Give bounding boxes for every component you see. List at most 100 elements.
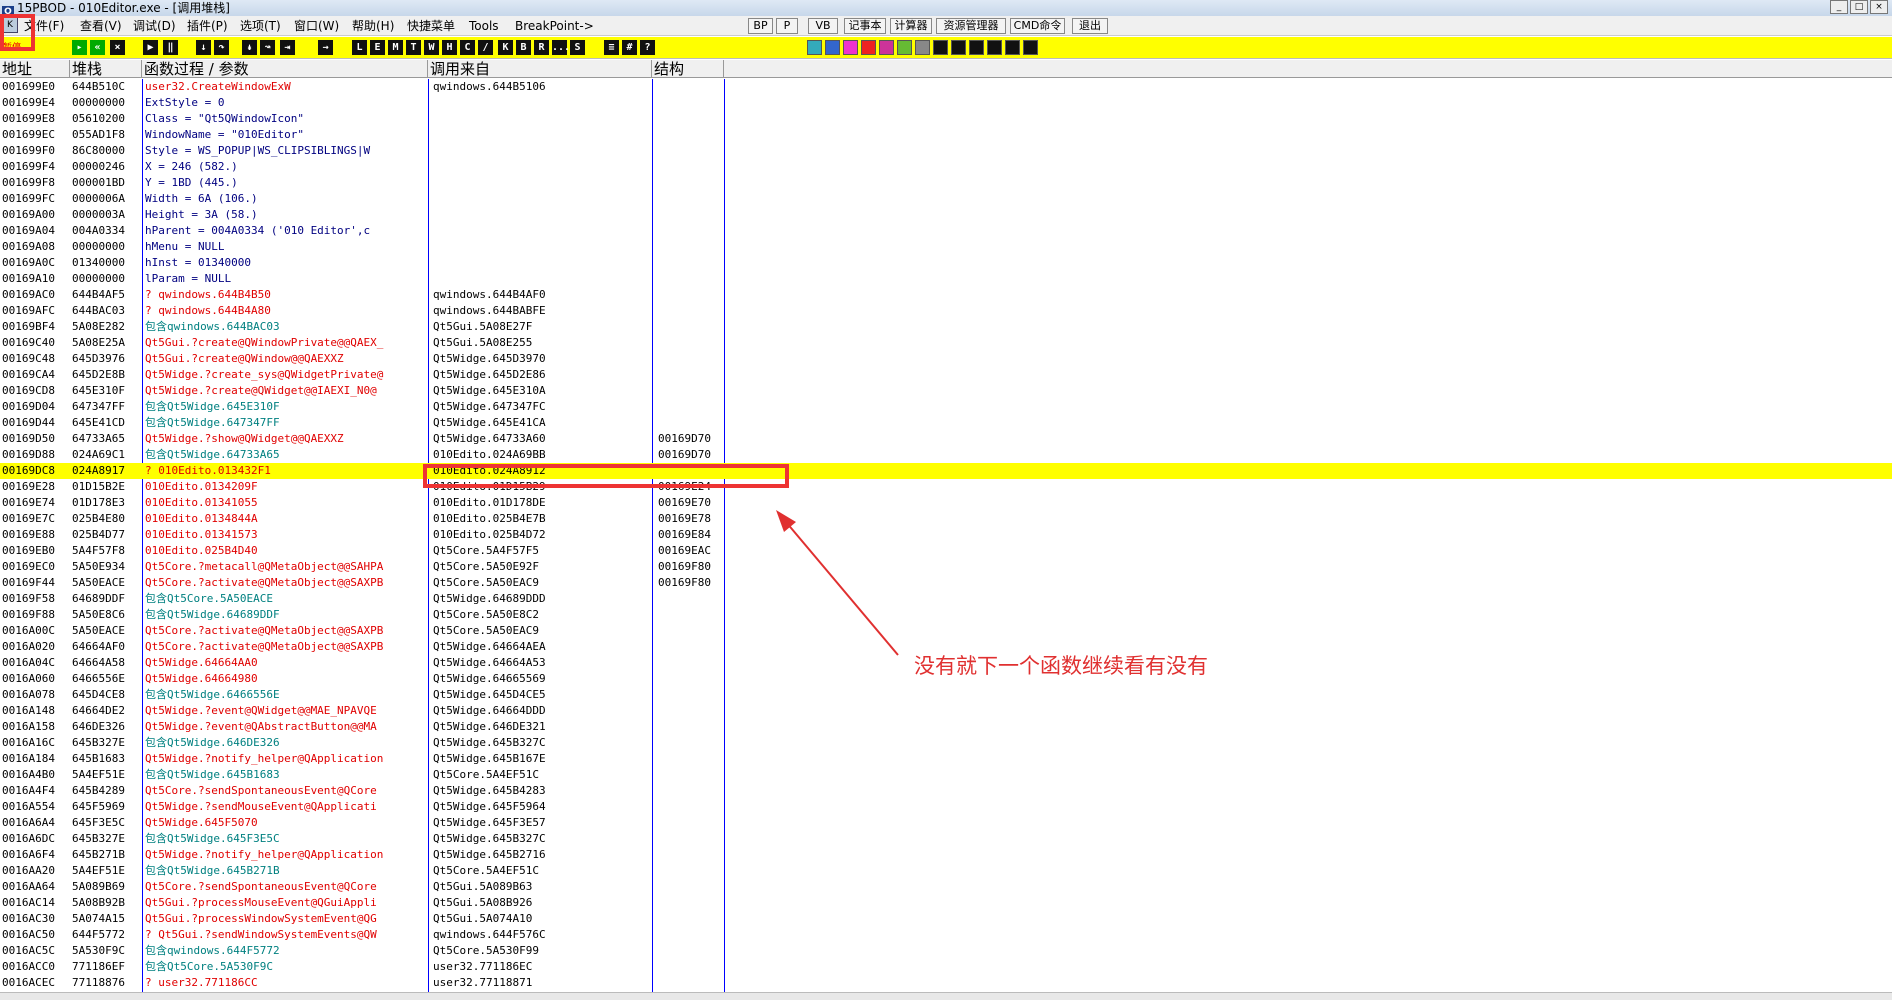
table-row[interactable]: 00169C40 5A08E25A Qt5Gui.?create@QWindowPr… [0, 335, 1892, 351]
table-row[interactable]: 00169EC0 5A50E934 Qt5Core.?metacall@QMetaO… [0, 559, 1892, 575]
table-row[interactable]: 00169D04 647347FF 包含Qt5Widge.645E310F Qt5Wi… [0, 399, 1892, 415]
table-row[interactable]: 001699F4 00000246 X = 246 (582.) [0, 159, 1892, 175]
col-frame[interactable]: 结构 [652, 60, 724, 78]
goto-icon[interactable]: → [318, 40, 333, 55]
table-row[interactable]: 0016A6F4 645B271B Qt5Widge.?notify_helper@… [0, 847, 1892, 863]
plugin12-icon[interactable] [1005, 40, 1020, 55]
p-button[interactable]: P [776, 18, 798, 34]
table-row[interactable]: 0016A16C 645B327E 包含Qt5Widge.646DE326 Qt5Wi… [0, 735, 1892, 751]
table-row[interactable]: 001699F8 000001BD Y = 1BD (445.) [0, 175, 1892, 191]
calculator-button[interactable]: 计算器 [890, 18, 932, 34]
table-row[interactable]: 0016AA64 5A089B69 Qt5Core.?sendSpontaneous… [0, 879, 1892, 895]
threads-button[interactable]: T [406, 40, 421, 55]
table-row[interactable]: 00169A10 00000000 lParam = NULL [0, 271, 1892, 287]
plugin13-icon[interactable] [1023, 40, 1038, 55]
table-row[interactable]: 00169AC0 644B4AF5 ? qwindows.644B4B50 qwind… [0, 287, 1892, 303]
table-row[interactable]: 00169A00 0000003A Height = 3A (58.) [0, 207, 1892, 223]
list-icon[interactable]: ≡ [604, 40, 619, 55]
table-row[interactable]: 0016AC50 644F5772 ? Qt5Gui.?sendWindowSyst… [0, 927, 1892, 943]
log-window-button[interactable]: L [352, 40, 367, 55]
execute-till-return-icon[interactable]: ⇥ [280, 40, 295, 55]
table-row[interactable]: 00169BF4 5A08E282 包含qwindows.644BAC03 Qt5Gu… [0, 319, 1892, 335]
table-row[interactable]: 0016AC30 5A074A15 Qt5Gui.?processWindowSys… [0, 911, 1892, 927]
menu-help[interactable]: 帮助(H) [352, 18, 394, 34]
table-row[interactable]: 00169A08 00000000 hMenu = NULL [0, 239, 1892, 255]
table-row[interactable]: 00169D50 64733A65 Qt5Widge.?show@QWidget@@… [0, 431, 1892, 447]
col-address[interactable]: 地址 [0, 60, 70, 78]
close-icon[interactable]: × [1870, 0, 1888, 14]
close-file-icon[interactable]: × [110, 40, 125, 55]
table-row[interactable]: 00169E28 01D15B2E 010Edito.0134209F 010Edi… [0, 479, 1892, 495]
references-button[interactable]: R [534, 40, 549, 55]
modules-button[interactable]: E [370, 40, 385, 55]
breakpoints-button[interactable]: B [516, 40, 531, 55]
plugin5-icon[interactable] [879, 40, 894, 55]
explorer-button[interactable]: 资源管理器 [936, 18, 1006, 34]
table-row[interactable]: 001699F0 86C80000 Style = WS_POPUP|WS_CLI… [0, 143, 1892, 159]
grid-icon[interactable]: # [622, 40, 637, 55]
table-row[interactable]: 00169D44 645E41CD 包含Qt5Widge.647347FF Qt5Wi… [0, 415, 1892, 431]
table-row[interactable]: 0016A184 645B1683 Qt5Widge.?notify_helper@… [0, 751, 1892, 767]
minimize-icon[interactable]: _ [1830, 0, 1848, 14]
maximize-icon[interactable]: □ [1850, 0, 1868, 14]
table-row[interactable]: 00169C48 645D3976 Qt5Gui.?create@QWindow@@… [0, 351, 1892, 367]
table-row[interactable]: 0016ACC0 771186EF 包含Qt5Core.5A530F9C user32… [0, 959, 1892, 975]
horizontal-scrollbar[interactable] [0, 992, 1892, 1000]
table-row[interactable]: 00169D88 024A69C1 包含Qt5Widge.64733A65 010Ed… [0, 447, 1892, 463]
plugin11-icon[interactable] [987, 40, 1002, 55]
table-row[interactable]: 00169EB0 5A4F57F8 010Edito.025B4D40 Qt5Cor… [0, 543, 1892, 559]
table-row[interactable]: 001699FC 0000006A Width = 6A (106.) [0, 191, 1892, 207]
handles-button[interactable]: H [442, 40, 457, 55]
col-called-from[interactable]: 调用来自 [428, 60, 652, 78]
cmd-button[interactable]: CMD命令 [1010, 18, 1065, 34]
trace-over-icon[interactable]: ↝ [260, 40, 275, 55]
table-row[interactable]: 0016AC5C 5A530F9C 包含qwindows.644F5772 Qt5Co… [0, 943, 1892, 959]
table-row[interactable]: 00169E74 01D178E3 010Edito.01341055 010Edi… [0, 495, 1892, 511]
table-row[interactable]: 00169F58 64689DDF 包含Qt5Core.5A50EACE Qt5Wid… [0, 591, 1892, 607]
col-stack[interactable]: 堆栈 [70, 60, 142, 78]
plugin10-icon[interactable] [969, 40, 984, 55]
menu-options[interactable]: 选项(T) [240, 18, 281, 34]
table-row[interactable]: 0016ACEC 77118876 ? user32.771186CC user32.… [0, 975, 1892, 991]
table-row[interactable]: 001699E8 05610200 Class = "Qt5QWindowIcon… [0, 111, 1892, 127]
windows-button[interactable]: W [424, 40, 439, 55]
menu-plugins[interactable]: 插件(P) [187, 18, 228, 34]
plugin1-icon[interactable] [807, 40, 822, 55]
notepad-button[interactable]: 记事本 [844, 18, 886, 34]
plugin6-icon[interactable] [897, 40, 912, 55]
patches-button[interactable]: / [478, 40, 493, 55]
help-icon[interactable]: ? [640, 40, 655, 55]
plugin7-icon[interactable] [915, 40, 930, 55]
table-row[interactable]: 00169E88 025B4D77 010Edito.01341573 010Edi… [0, 527, 1892, 543]
plugin9-icon[interactable] [951, 40, 966, 55]
open-icon[interactable]: ▸ [72, 40, 87, 55]
table-row[interactable]: 001699E0 644B510C user32.CreateWindowExW qw… [0, 79, 1892, 95]
table-row[interactable]: 00169A04 004A0334 hParent = 004A0334 ('01… [0, 223, 1892, 239]
table-row[interactable]: 00169CD8 645E310F Qt5Widge.?create@QWidget… [0, 383, 1892, 399]
table-row[interactable]: 0016A4F4 645B4289 Qt5Core.?sendSpontaneous… [0, 783, 1892, 799]
call-stack-list[interactable]: 001699E0 644B510C user32.CreateWindowExW qw… [0, 79, 1892, 992]
pause-icon[interactable]: ‖ [163, 40, 178, 55]
table-row[interactable]: 001699E4 00000000 ExtStyle = 0 [0, 95, 1892, 111]
menu-view[interactable]: 查看(V) [80, 18, 122, 34]
run-trace-button[interactable]: ... [552, 40, 570, 55]
menu-window[interactable]: 窗口(W) [294, 18, 339, 34]
table-row[interactable]: 0016A4B0 5A4EF51E 包含Qt5Widge.645B1683 Qt5Co… [0, 767, 1892, 783]
table-row[interactable]: 0016A00C 5A50EACE Qt5Core.?activate@QMetaO… [0, 623, 1892, 639]
run-icon[interactable]: ▶ [143, 40, 158, 55]
table-row[interactable]: 0016A158 646DE326 Qt5Widge.?event@QAbstrac… [0, 719, 1892, 735]
cpu-button[interactable]: C [460, 40, 475, 55]
table-row[interactable]: 00169E7C 025B4E80 010Edito.0134844A 010Edi… [0, 511, 1892, 527]
trace-into-icon[interactable]: ↡ [242, 40, 257, 55]
table-row[interactable]: 001699EC 055AD1F8 WindowName = "010Editor… [0, 127, 1892, 143]
plugin8-icon[interactable] [933, 40, 948, 55]
source-button[interactable]: S [570, 40, 585, 55]
plugin2-icon[interactable] [825, 40, 840, 55]
plugin4-icon[interactable] [861, 40, 876, 55]
menu-tools[interactable]: Tools [469, 18, 499, 34]
table-row[interactable]: 0016A6DC 645B327E 包含Qt5Widge.645F3E5C Qt5Wi… [0, 831, 1892, 847]
table-row[interactable]: 00169F44 5A50EACE Qt5Core.?activate@QMetaO… [0, 575, 1892, 591]
call-stack-button[interactable]: K [498, 40, 513, 55]
memory-button[interactable]: M [388, 40, 403, 55]
table-row[interactable]: 0016A078 645D4CE8 包含Qt5Widge.6466556E Qt5Wi… [0, 687, 1892, 703]
